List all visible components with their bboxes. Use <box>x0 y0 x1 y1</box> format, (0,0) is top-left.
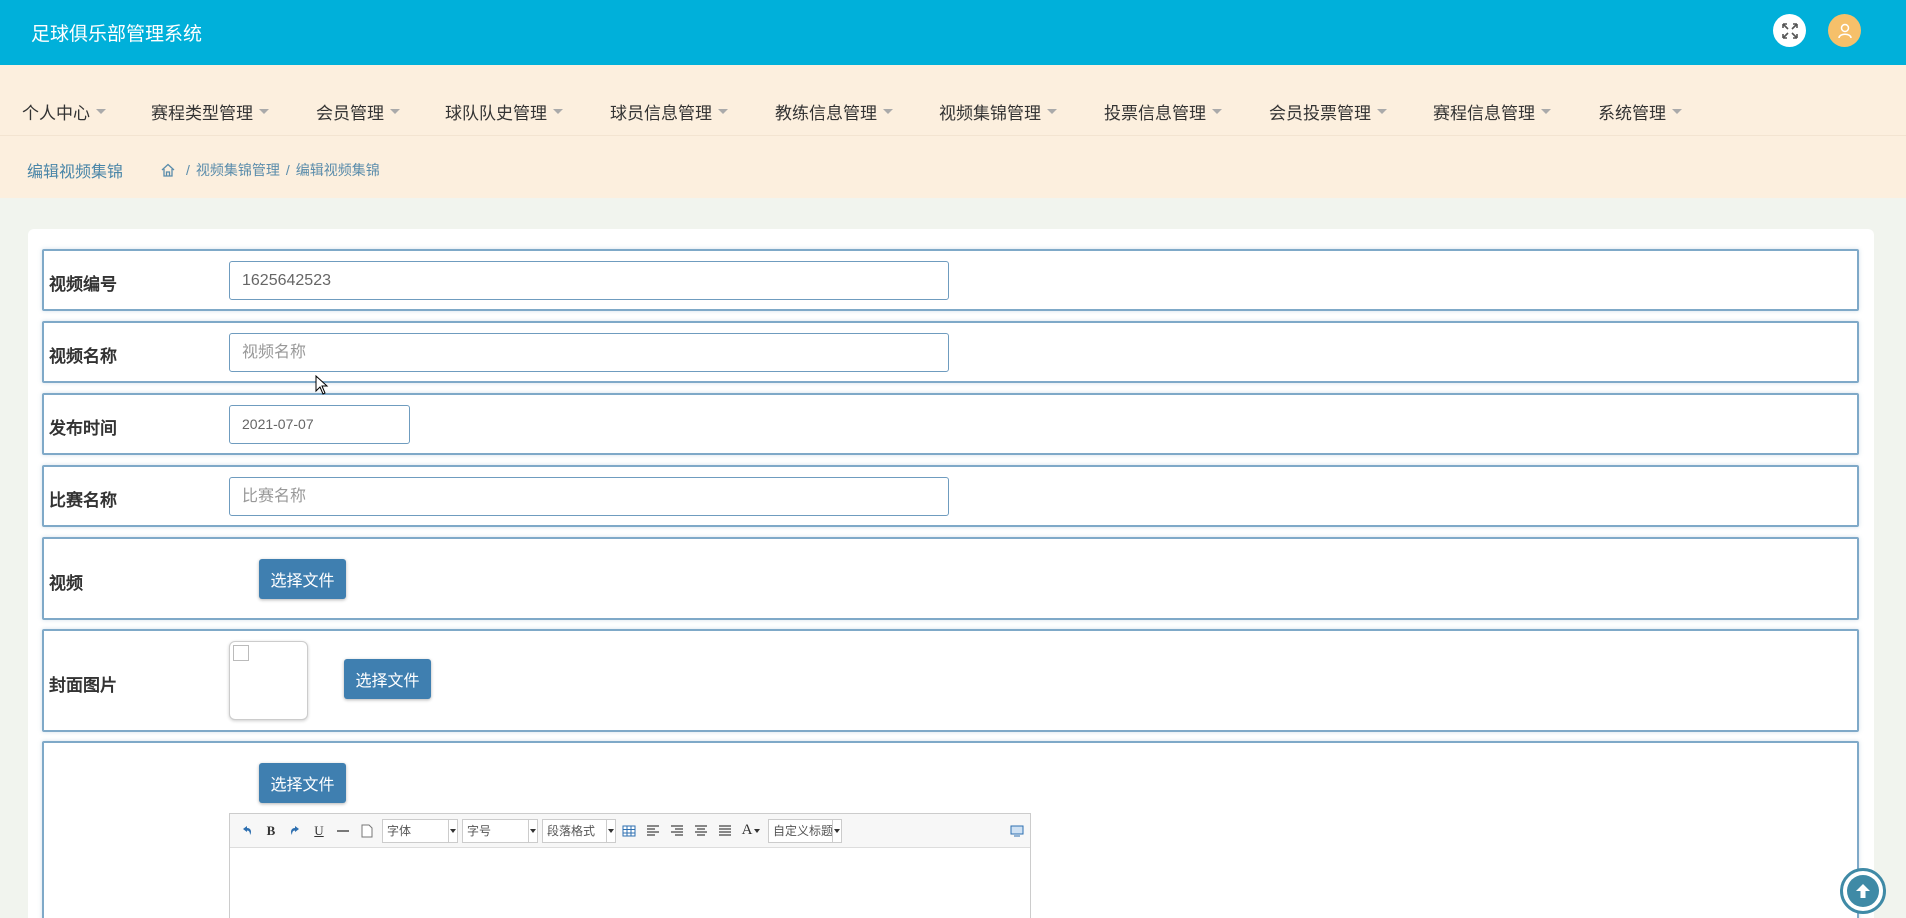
user-icon <box>1837 23 1852 38</box>
expand-icon <box>1781 22 1798 39</box>
rich-text-editor[interactable]: B U 字体 字号 段落格式 A 自定义标题 <box>229 813 1031 918</box>
form-row-video-name: 视频名称 视频名称 <box>42 321 1859 383</box>
caret-down-icon <box>1212 109 1222 114</box>
caret-down-icon <box>1672 109 1682 114</box>
content-choose-file-button[interactable]: 选择文件 <box>259 763 346 803</box>
breadcrumb-separator: / <box>186 162 190 178</box>
video-label: 视频 <box>49 574 83 593</box>
menu-member[interactable]: 会员管理 <box>316 99 400 124</box>
breadcrumb: / 视频集锦管理 / 编辑视频集锦 <box>160 160 380 180</box>
form-row-cover: 封面图片 选择文件 <box>42 629 1859 732</box>
caret-down-icon <box>96 109 106 114</box>
video-no-input[interactable]: 1625642523 <box>229 261 949 300</box>
cover-image-preview <box>229 641 308 720</box>
horizontal-rule-icon[interactable] <box>334 822 352 840</box>
redo-icon[interactable] <box>286 822 304 840</box>
breadcrumb-item-video-highlights[interactable]: 视频集锦管理 <box>196 160 280 180</box>
form-row-publish-time: 发布时间 2021-07-07 <box>42 393 1859 455</box>
cover-label: 封面图片 <box>49 676 117 695</box>
mouse-cursor-icon <box>315 375 329 395</box>
font-color-icon[interactable]: A <box>740 822 762 840</box>
caret-down-icon <box>1541 109 1551 114</box>
align-right-icon[interactable] <box>668 822 686 840</box>
font-size-select[interactable]: 字号 <box>462 818 538 843</box>
dropdown-arrow-icon <box>606 819 615 842</box>
table-icon[interactable] <box>620 822 638 840</box>
caret-down-icon <box>553 109 563 114</box>
page-title: 编辑视频集锦 <box>27 164 124 181</box>
form-row-video: 视频 选择文件 <box>42 537 1859 620</box>
menu-vote-info[interactable]: 投票信息管理 <box>1104 99 1222 124</box>
menu-member-vote[interactable]: 会员投票管理 <box>1269 99 1387 124</box>
cover-choose-file-button[interactable]: 选择文件 <box>344 659 431 699</box>
scroll-to-top-button[interactable] <box>1840 868 1886 914</box>
menu-video-highlights[interactable]: 视频集锦管理 <box>939 99 1057 124</box>
fullscreen-button[interactable] <box>1773 14 1806 47</box>
match-name-input[interactable]: 比赛名称 <box>229 477 949 516</box>
caret-down-icon <box>1377 109 1387 114</box>
menu-schedule-type[interactable]: 赛程类型管理 <box>151 99 269 124</box>
publish-time-input[interactable]: 2021-07-07 <box>229 405 410 444</box>
preview-icon[interactable] <box>1008 822 1026 840</box>
caret-down-icon <box>259 109 269 114</box>
breadcrumb-item-edit-video: 编辑视频集锦 <box>295 162 380 178</box>
breadcrumb-bar: 编辑视频集锦 / 视频集锦管理 / 编辑视频集锦 <box>0 135 1906 198</box>
undo-icon[interactable] <box>238 822 256 840</box>
main-menu: 个人中心 赛程类型管理 会员管理 球队队史管理 球员信息管理 教练信息管理 视频… <box>0 65 1906 135</box>
menu-coach-info[interactable]: 教练信息管理 <box>775 99 893 124</box>
home-icon[interactable] <box>160 162 176 178</box>
menu-personal-center[interactable]: 个人中心 <box>22 99 106 124</box>
breadcrumb-separator: / <box>285 162 290 178</box>
align-justify-icon[interactable] <box>716 822 734 840</box>
match-name-label: 比赛名称 <box>49 491 117 510</box>
user-avatar-button[interactable] <box>1828 14 1861 47</box>
form-row-video-no: 视频编号 1625642523 <box>42 249 1859 311</box>
form-row-content: 选择文件 B U 字体 字号 段落格式 A 自定义标题 <box>42 741 1859 918</box>
dropdown-arrow-icon <box>448 819 457 842</box>
video-name-input[interactable]: 视频名称 <box>229 333 949 372</box>
caret-down-icon <box>1047 109 1057 114</box>
dropdown-arrow-icon <box>528 819 537 842</box>
menu-team-history[interactable]: 球队队史管理 <box>445 99 563 124</box>
paragraph-format-select[interactable]: 段落格式 <box>542 818 616 843</box>
caret-down-icon <box>390 109 400 114</box>
menu-schedule-info[interactable]: 赛程信息管理 <box>1433 99 1551 124</box>
font-family-select[interactable]: 字体 <box>382 818 458 843</box>
custom-title-select[interactable]: 自定义标题 <box>768 818 842 843</box>
menu-player-info[interactable]: 球员信息管理 <box>610 99 728 124</box>
arrow-up-icon <box>1856 884 1870 898</box>
app-title: 足球俱乐部管理系统 <box>31 24 203 45</box>
video-name-label: 视频名称 <box>49 347 117 366</box>
caret-down-icon <box>883 109 893 114</box>
form-row-match-name: 比赛名称 比赛名称 <box>42 465 1859 527</box>
align-left-icon[interactable] <box>644 822 662 840</box>
page-icon[interactable] <box>358 822 376 840</box>
underline-icon[interactable]: U <box>310 822 328 840</box>
bold-icon[interactable]: B <box>262 822 280 840</box>
broken-image-icon <box>233 645 249 661</box>
top-bar: 足球俱乐部管理系统 <box>0 0 1906 65</box>
dropdown-arrow-icon <box>832 819 841 842</box>
align-center-icon[interactable] <box>692 822 710 840</box>
video-no-label: 视频编号 <box>49 275 117 294</box>
menu-system[interactable]: 系统管理 <box>1598 99 1682 124</box>
editor-toolbar: B U 字体 字号 段落格式 A 自定义标题 <box>230 814 1030 848</box>
video-choose-file-button[interactable]: 选择文件 <box>259 559 346 599</box>
caret-down-icon <box>718 109 728 114</box>
publish-time-label: 发布时间 <box>49 419 117 438</box>
